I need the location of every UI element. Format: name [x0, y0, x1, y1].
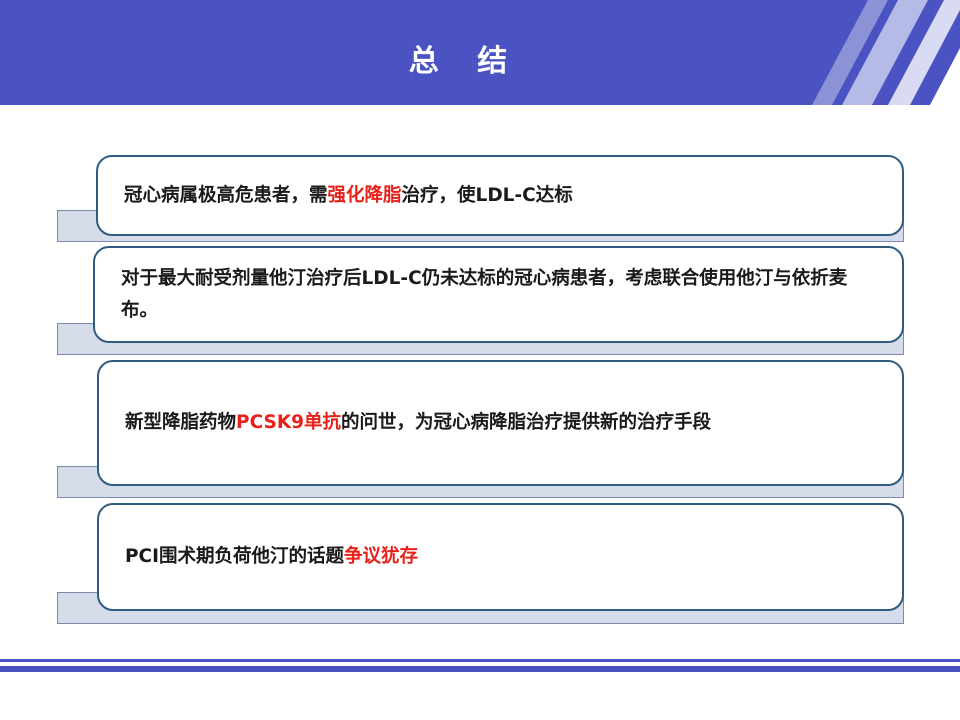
summary-card: 对于最大耐受剂量他汀治疗后LDL-C仍未达标的冠心病患者，考虑联合使用他汀与依折… [93, 246, 904, 343]
page-title: 总 结 [408, 44, 522, 79]
highlight-text: 争议犹存 [344, 546, 419, 567]
highlight-text: 强化降脂 [327, 184, 402, 206]
summary-card: 冠心病属极高危患者，需强化降脂治疗，使LDL-C达标 [96, 155, 904, 236]
text-segment: 的问世，为冠心病降脂治疗提供新的治疗手段 [341, 412, 712, 433]
highlight-text: PCSK9单抗 [236, 412, 342, 433]
summary-card: 新型降脂药物PCSK9单抗的问世，为冠心病降脂治疗提供新的治疗手段 [97, 360, 904, 486]
card-text: PCI围术期负荷他汀的话题争议犹存 [125, 541, 418, 573]
text-segment: 对于最大耐受剂量他汀治疗后LDL-C仍未达标的冠心病患者，考虑联合使用他汀与依折… [121, 267, 848, 321]
text-segment: 治疗，使LDL-C达标 [401, 184, 573, 206]
header-banner: 总 结 [0, 0, 960, 105]
text-segment: 冠心病属极高危患者，需 [124, 184, 328, 206]
text-segment: PCI围术期负荷他汀的话题 [125, 546, 345, 567]
card-text: 冠心病属极高危患者，需强化降脂治疗，使LDL-C达标 [124, 180, 573, 212]
card-text: 新型降脂药物PCSK9单抗的问世，为冠心病降脂治疗提供新的治疗手段 [125, 407, 711, 439]
text-segment: 新型降脂药物 [125, 412, 237, 433]
footer-divider [0, 666, 960, 672]
summary-card: PCI围术期负荷他汀的话题争议犹存 [97, 503, 904, 611]
card-text: 对于最大耐受剂量他汀治疗后LDL-C仍未达标的冠心病患者，考虑联合使用他汀与依折… [121, 263, 880, 327]
footer-divider [0, 659, 960, 662]
